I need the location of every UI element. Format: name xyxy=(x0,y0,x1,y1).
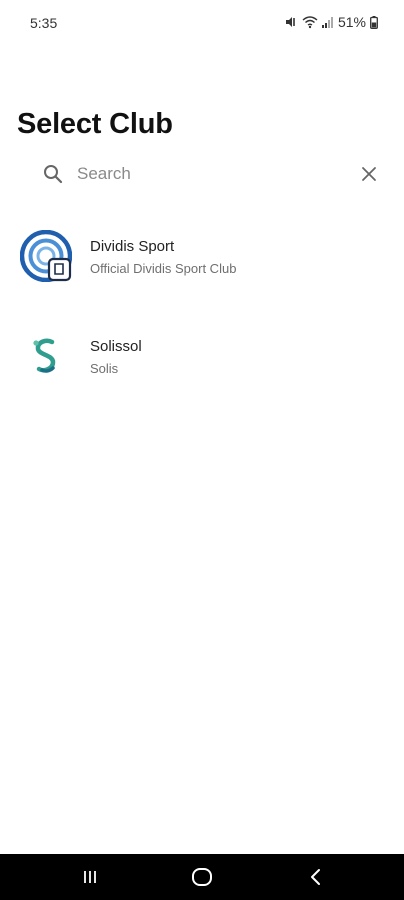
home-icon[interactable] xyxy=(190,866,214,888)
battery-icon xyxy=(370,15,378,29)
battery-text: 51% xyxy=(337,14,366,30)
system-nav-bar xyxy=(0,854,404,900)
club-list-item-dividis-sport[interactable]: Dividis Sport Official Dividis Sport Clu… xyxy=(0,220,404,320)
search-input[interactable] xyxy=(77,159,327,189)
club-list: Dividis Sport Official Dividis Sport Clu… xyxy=(0,220,404,420)
status-bar: 5:35 51% xyxy=(0,0,404,46)
club-name: Dividis Sport xyxy=(90,238,175,255)
signal-icon xyxy=(321,16,334,28)
club-subtitle: Official Dividis Sport Club xyxy=(90,261,237,276)
status-icons: 51% xyxy=(284,14,378,30)
wifi-icon xyxy=(302,15,318,29)
solissol-logo-icon xyxy=(20,330,72,382)
search-icon xyxy=(42,163,64,185)
search-bar xyxy=(30,152,384,196)
dividis-logo-icon xyxy=(19,229,73,283)
close-icon[interactable] xyxy=(358,163,380,185)
recent-apps-icon[interactable] xyxy=(78,866,102,888)
mute-icon xyxy=(284,15,298,29)
back-icon[interactable] xyxy=(304,866,328,888)
club-list-item-solissol[interactable]: Solissol Solis xyxy=(0,320,404,420)
page-title: Select Club xyxy=(17,108,173,140)
status-time: 5:35 xyxy=(30,15,58,31)
club-subtitle: Solis xyxy=(90,361,119,376)
club-name: Solissol xyxy=(90,338,142,355)
